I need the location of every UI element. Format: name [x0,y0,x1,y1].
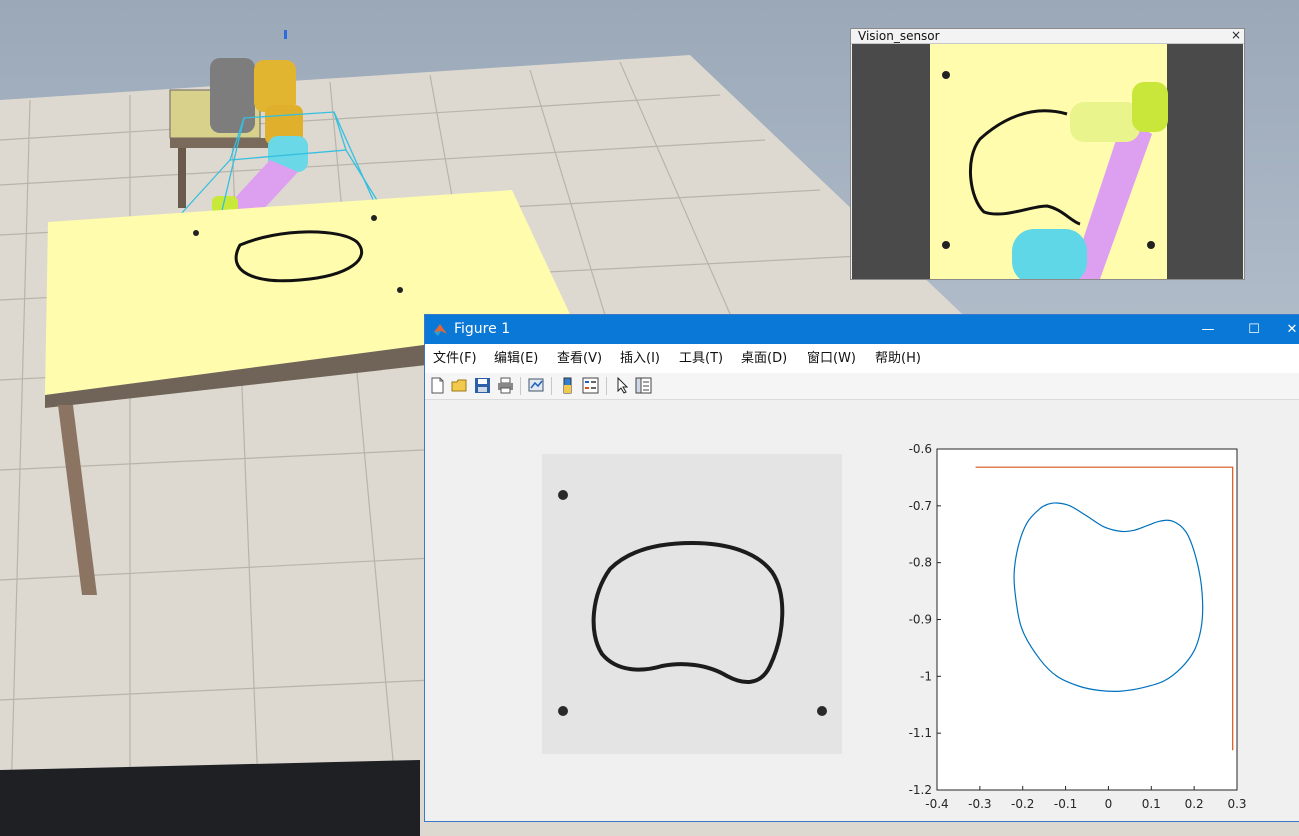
pointer-icon[interactable] [614,377,631,394]
image-axes[interactable] [542,454,842,754]
figure-toolbar [425,373,1299,400]
toolbar-separator [520,377,521,395]
figure-title: Figure 1 [454,321,511,337]
x-tick-label: 0.2 [1185,797,1204,811]
toolbar-separator [551,377,552,395]
y-tick-label: -1.1 [909,726,932,740]
y-tick-label: -0.7 [909,499,932,513]
plot-axes[interactable]: -0.4 -0.3 -0.2 -0.1 0 0.1 0.2 0.3 -0.6 -0.7 -0.8 -0… [885,420,1285,820]
y-tick-label: -0.9 [909,613,932,627]
x-tick-label: 0.1 [1142,797,1161,811]
legend-icon[interactable] [582,377,599,394]
property-inspector-icon[interactable] [635,377,652,394]
link-plot-icon[interactable] [528,377,545,394]
toolbar-separator [606,377,607,395]
x-tick-label: 0.3 [1227,797,1246,811]
menu-edit[interactable]: 编辑(E) [494,344,538,373]
x-tick-label: -0.3 [968,797,991,811]
robot-base [210,58,255,133]
menu-insert[interactable]: 插入(I) [620,344,660,373]
x-tick-label: -0.4 [925,797,948,811]
maximize-button[interactable]: ☐ [1231,315,1277,344]
vision-sensor-close-button[interactable]: × [1231,28,1241,42]
y-tick-label: -1.2 [909,783,932,797]
y-tick-label: -0.8 [909,556,932,570]
menu-view[interactable]: 查看(V) [557,344,602,373]
vision-sensor-image [852,44,1243,279]
figure-menubar: 文件(F) 编辑(E) 查看(V) 插入(I) 工具(T) 桌面(D) 窗口(W… [425,344,1299,373]
vision-sensor-title: Vision_sensor [851,29,1244,44]
figure-window[interactable]: Figure 1 — ☐ ✕ 文件(F) 编辑(E) 查看(V) 插入(I) 工… [424,314,1299,822]
menu-window[interactable]: 窗口(W) [807,344,856,373]
figure-titlebar[interactable]: Figure 1 — ☐ ✕ [425,315,1299,344]
menu-tools[interactable]: 工具(T) [679,344,723,373]
x-tick-label: -0.1 [1054,797,1077,811]
vision-sensor-window[interactable]: Vision_sensor × [850,28,1245,280]
colorbar-icon[interactable] [559,377,576,394]
matlab-logo-icon [434,324,447,336]
x-tick-label: -0.2 [1011,797,1034,811]
save-icon[interactable] [474,377,491,394]
y-tick-label: -0.6 [909,442,932,456]
menu-desktop[interactable]: 桌面(D) [741,344,787,373]
new-figure-icon[interactable] [429,377,446,394]
close-button[interactable]: ✕ [1277,315,1299,344]
image-marker-dot [558,490,568,500]
image-marker-dot [817,706,827,716]
open-file-icon[interactable] [451,377,468,394]
figure-canvas[interactable]: -0.4 -0.3 -0.2 -0.1 0 0.1 0.2 0.3 -0.6 -0.7 -0.8 -0… [425,400,1299,821]
plot-area [936,448,1238,791]
menu-help[interactable]: 帮助(H) [875,344,921,373]
x-tick-label: 0 [1105,797,1113,811]
image-marker-dot [558,706,568,716]
print-icon[interactable] [497,377,514,394]
menu-file[interactable]: 文件(F) [433,344,477,373]
y-tick-label: -1 [920,669,932,683]
minimize-button[interactable]: — [1185,315,1231,344]
